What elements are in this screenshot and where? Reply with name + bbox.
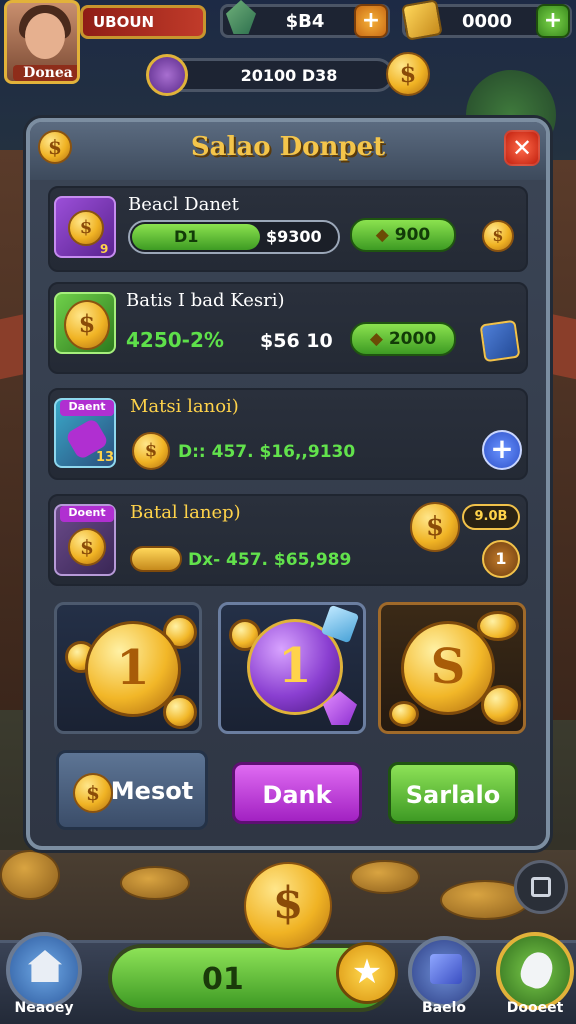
coin-icon: $ [73,773,113,813]
side-value-badge: 9.0B [462,504,520,530]
chest-icon [479,319,521,363]
add-gold-button[interactable]: + [536,4,570,38]
ground-coin [120,866,190,900]
gold-chip-icon [130,546,182,572]
details-text: D:: 457. $16,,9130 [178,442,356,462]
item-icon: Doent $ [54,504,116,576]
feather-icon [516,947,558,993]
coin-icon: $ [132,432,170,470]
coin-icon [389,701,419,727]
ground-coin [0,850,60,900]
dank-button-label: Dank [262,781,332,809]
item-icon: Daent 13 [54,398,116,468]
buy-button-label: 900 [394,225,431,245]
tile-badge: 9 [100,242,109,256]
coin-icon: $ [68,528,106,566]
pack-coin: 1 [85,621,181,717]
center-value: 01 [202,962,244,997]
house-icon [28,950,62,982]
item-tag: Doent [60,506,114,522]
gold-bar-icon [401,0,443,41]
coin-pack-tile[interactable]: S [378,602,526,734]
giant-coin-icon: $ [244,862,332,950]
row-label: Batal lanep) [130,502,241,523]
row-label: Beacl Danet [128,194,239,215]
coin-total-value: 20100 D38 [240,66,338,85]
nav-box-label: Baelo [421,1000,467,1016]
pack-coin: S [401,621,495,715]
price-text: $56 10 [260,330,333,352]
avatar-face [25,13,65,59]
progress-right-text: $9300 [266,227,322,246]
box-icon [430,954,462,984]
square-icon [531,877,551,897]
close-button[interactable]: ✕ [504,130,540,166]
player-name-bar: UBOUN [80,5,206,39]
sarlalo-button[interactable]: Sarlalo [388,762,518,824]
list-item[interactable] [48,388,528,480]
player-name: Donea [13,65,77,81]
mesot-button-label: Mesot [110,777,194,805]
row-details: Dx- 457. $65,989 [188,550,351,570]
coin-pack-icon: $ 9 [54,196,116,258]
coin-total-bar: 20100 D38 [154,58,394,92]
side-menu-button[interactable] [514,860,568,914]
add-gems-button[interactable]: + [354,4,388,38]
header-coin-icon: $ [38,130,72,164]
gems-value: $B4 [285,11,325,32]
coin-pack-tile[interactable]: 1 [218,602,366,734]
buy-button[interactable]: ◆ 2000 [350,322,456,356]
item-tag: Daent [60,400,114,416]
coin-pack-icon: $ [54,292,116,354]
row-details: D:: 457. $16,,9130 [178,442,355,462]
buy-button-label: 2000 [388,329,437,349]
nav-special-button[interactable] [496,932,574,1010]
bonus-text: 4250-2% [126,328,224,352]
add-button[interactable]: + [482,430,522,470]
ground-coin [350,860,420,894]
tile-badge: 13 [96,450,115,465]
dank-button[interactable]: Dank [232,762,362,824]
player-avatar[interactable]: Donea [4,0,80,84]
nav-box-button[interactable] [408,936,480,1008]
nav-home-button[interactable] [6,932,82,1008]
list-item[interactable] [48,282,528,374]
potion-icon [146,54,188,96]
coin-icon: $ [410,502,460,552]
coin-token-icon: 1 [482,540,520,578]
mesot-button[interactable]: $ Mesot [56,750,208,830]
star-button[interactable]: ★ [336,942,398,1004]
panel-title: Salao Donpet [190,132,386,162]
progress-bar: D1 $9300 [128,220,340,254]
row-label: Matsi lanoi) [130,396,239,417]
row-label: Batis I bad Kesri) [126,290,285,311]
progress-left-text: D1 [174,227,199,246]
gold-value: 0000 [461,11,513,32]
nav-home-label: Neaoey [14,1000,74,1016]
coin-icon: $ [482,220,514,252]
sarlalo-button-label: Sarlalo [405,781,501,809]
coin-pack-tile[interactable]: 1 [54,602,202,734]
buy-button[interactable]: ◆ 900 [350,218,456,252]
details-text: Dx- 457. $65,989 [188,550,352,570]
coin-icon: $ [386,52,430,96]
coin-icon: $ [68,210,104,246]
nav-special-label: Dooeet [506,1000,564,1016]
coin-icon: $ [64,300,110,350]
